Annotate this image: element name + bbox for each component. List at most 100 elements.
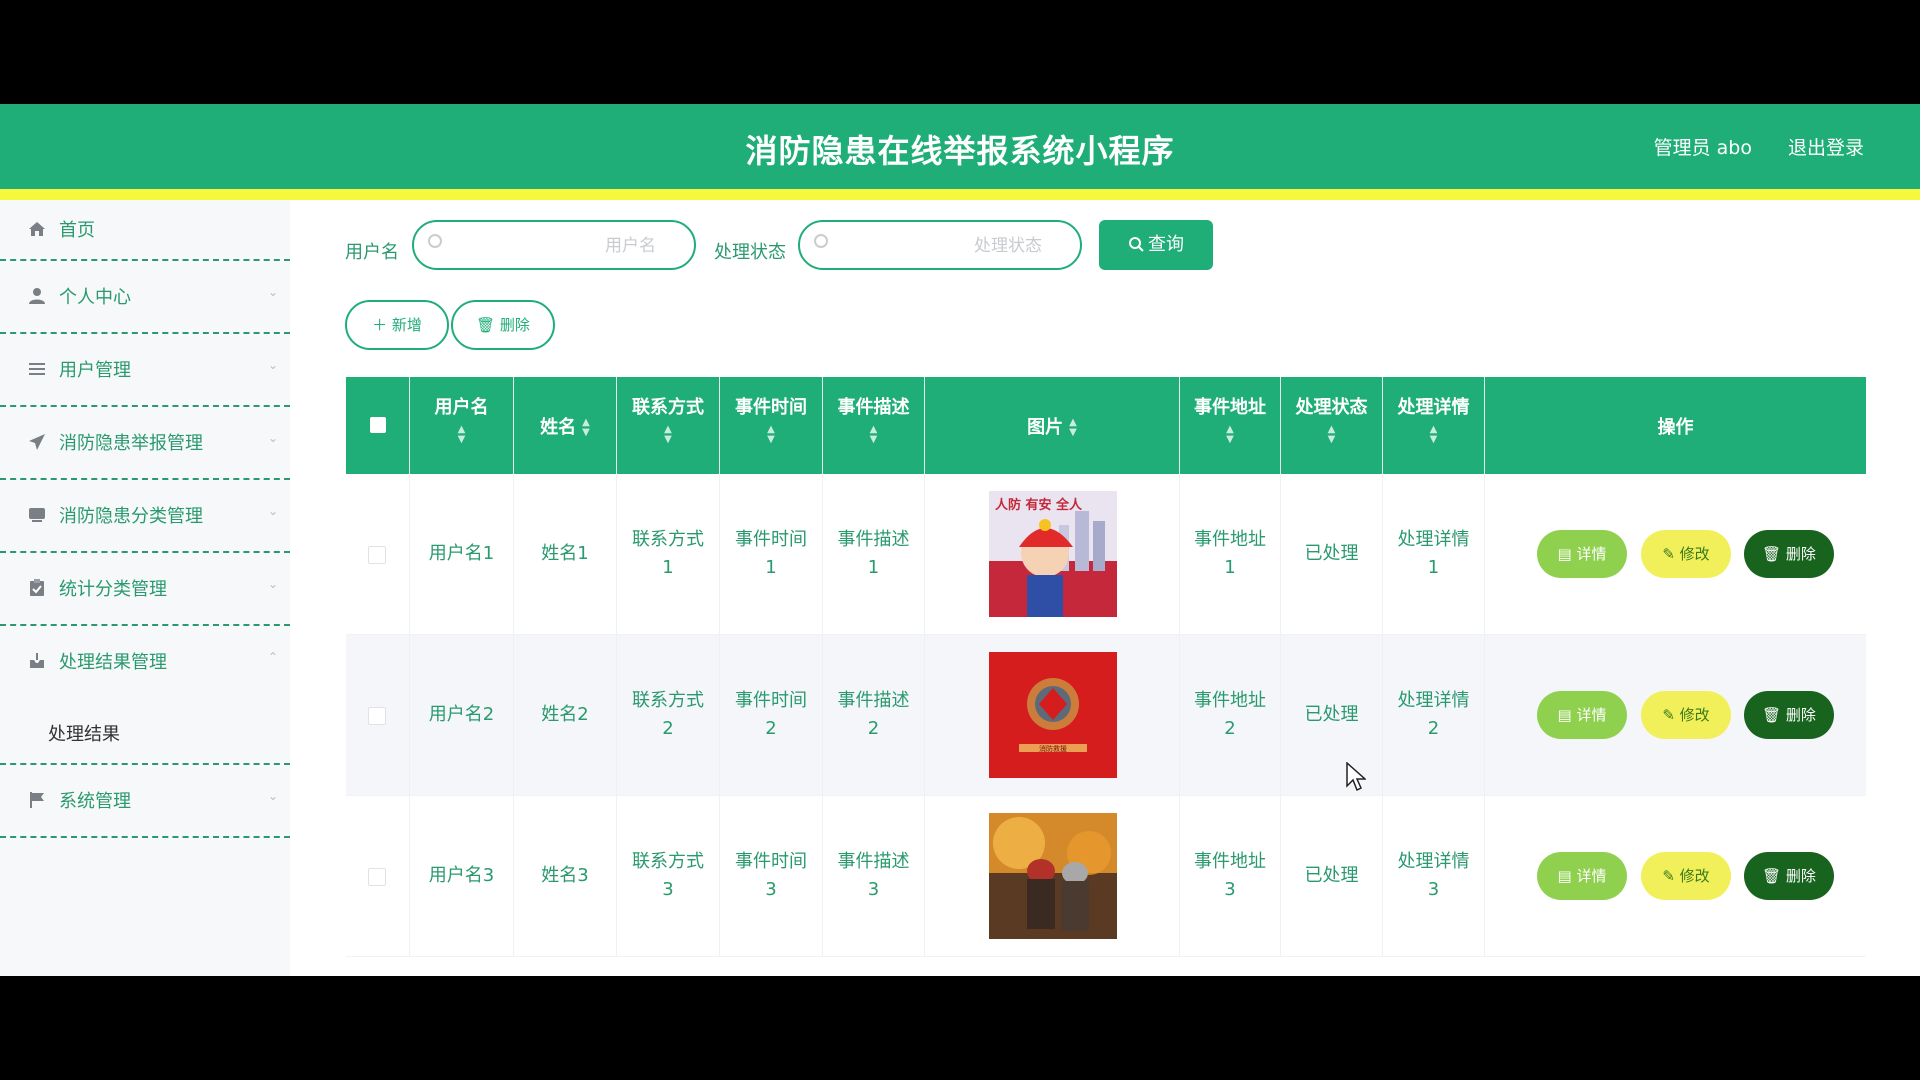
username-search-box[interactable] xyxy=(412,220,696,270)
chevron-up-icon: ⌃ xyxy=(267,650,278,664)
sidebar-item-system-management[interactable]: 系统管理 ⌄ xyxy=(0,765,290,838)
chevron-down-icon: ⌄ xyxy=(267,358,278,372)
edit-button-label: 修改 xyxy=(1679,706,1710,724)
sort-icon[interactable]: ▲ ▼ xyxy=(582,418,590,438)
flag-icon xyxy=(28,791,46,809)
sidebar-item-user-management[interactable]: 用户管理 ⌄ xyxy=(0,334,290,407)
card-icon xyxy=(28,506,46,524)
col-address[interactable]: 事件地址 ▲ ▼ xyxy=(1180,377,1281,474)
col-header-label: 事件描述 xyxy=(837,397,910,418)
sidebar-item-label: 统计分类管理 xyxy=(59,579,167,600)
cell-time-num: 3 xyxy=(765,879,777,900)
row-checkbox[interactable] xyxy=(368,707,386,725)
sidebar-item-stat-category[interactable]: 统计分类管理 ⌄ xyxy=(0,553,290,626)
sort-icon[interactable]: ▲ ▼ xyxy=(720,425,822,445)
delete-button[interactable]: 🗑 删除 xyxy=(1744,530,1834,578)
col-event-time[interactable]: 事件时间 ▲ ▼ xyxy=(720,377,823,474)
sort-icon[interactable]: ▲ ▼ xyxy=(1281,425,1382,445)
sort-icon[interactable]: ▲ ▼ xyxy=(1383,425,1484,445)
cell-status: 已处理 xyxy=(1304,543,1359,564)
col-header-label: 处理状态 xyxy=(1295,397,1368,418)
detail-button[interactable]: ▤ 详情 xyxy=(1537,691,1627,739)
cell-username: 用户名1 xyxy=(428,543,495,564)
sidebar-item-result-management[interactable]: 处理结果管理 ⌃ 处理结果 xyxy=(0,626,290,765)
cell-image: 消防救援 xyxy=(925,635,1180,795)
delete-button-label: 删除 xyxy=(1785,706,1816,724)
col-event-desc[interactable]: 事件描述 ▲ ▼ xyxy=(823,377,925,474)
col-image[interactable]: 图片 ▲ ▼ xyxy=(925,377,1180,474)
edit-button[interactable]: ✎ 修改 xyxy=(1641,852,1731,900)
cell-address-num: 3 xyxy=(1224,879,1236,900)
sidebar-item-hazard-report[interactable]: 消防隐患举报管理 ⌄ xyxy=(0,407,290,480)
logout-link[interactable]: 退出登录 xyxy=(1788,133,1864,160)
batch-delete-label: 删除 xyxy=(499,316,530,334)
status-search-input[interactable] xyxy=(840,230,1044,262)
col-contact[interactable]: 联系方式 ▲ ▼ xyxy=(617,377,720,474)
detail-button-label: 详情 xyxy=(1576,867,1607,885)
select-all-checkbox[interactable] xyxy=(370,417,386,433)
detail-button[interactable]: ▤ 详情 xyxy=(1537,852,1627,900)
row-select-cell xyxy=(346,635,410,795)
col-status[interactable]: 处理状态 ▲ ▼ xyxy=(1281,377,1383,474)
user-icon xyxy=(28,287,46,305)
sidebar-item-label: 首页 xyxy=(59,220,95,241)
status-search-box[interactable] xyxy=(798,220,1082,270)
plus-icon: ＋ xyxy=(372,316,388,334)
cell-name: 姓名3 xyxy=(541,865,589,886)
query-button-label: 查询 xyxy=(1148,234,1184,255)
sidebar-item-hazard-category[interactable]: 消防隐患分类管理 ⌄ xyxy=(0,480,290,553)
cell-address-num: 2 xyxy=(1224,718,1236,739)
chevron-down-icon: ⌄ xyxy=(267,285,278,299)
fire-safety-poster-image[interactable]: 人防 有安 全人 xyxy=(989,491,1117,617)
sidebar-item-personal-center[interactable]: 个人中心 ⌄ xyxy=(0,261,290,334)
cell-desc-num: 1 xyxy=(867,557,880,578)
query-button[interactable]: 查询 xyxy=(1099,220,1213,270)
chevron-down-icon: ⌄ xyxy=(267,431,278,445)
fire-rescue-emblem-image[interactable]: 消防救援 xyxy=(989,652,1117,778)
firefighters-photo-image[interactable] xyxy=(989,813,1117,939)
cell-desc: 事件描述 xyxy=(837,690,910,711)
detail-button-label: 详情 xyxy=(1576,706,1607,724)
cell-actions: ▤ 详情 ✎ 修改 🗑 删除 xyxy=(1485,635,1866,795)
cell-username: 用户名3 xyxy=(428,865,495,886)
delete-button[interactable]: 🗑 删除 xyxy=(1744,852,1834,900)
col-header-label: 联系方式 xyxy=(632,397,704,418)
col-header-label: 事件地址 xyxy=(1194,397,1266,418)
batch-delete-button[interactable]: 🗑 删除 xyxy=(451,300,555,350)
select-all-cell xyxy=(346,377,410,474)
sidebar-item-home[interactable]: 首页 xyxy=(0,200,290,261)
cell-contact-num: 1 xyxy=(662,557,674,578)
col-detail[interactable]: 处理详情 ▲ ▼ xyxy=(1383,377,1485,474)
table-row: 用户名2 姓名2 联系方式 2 事件时间 2 事件描述 2 消防救援 事件地址 2 xyxy=(346,635,1866,796)
sort-icon[interactable]: ▲ ▼ xyxy=(1180,425,1280,445)
cell-time: 事件时间 xyxy=(735,851,807,872)
pencil-icon: ✎ xyxy=(1662,545,1675,563)
username-search-input[interactable] xyxy=(454,230,658,262)
doc-icon: ▤ xyxy=(1557,545,1572,563)
edit-button-label: 修改 xyxy=(1679,545,1710,563)
row-checkbox[interactable] xyxy=(368,546,386,564)
edit-button[interactable]: ✎ 修改 xyxy=(1641,530,1731,578)
col-header-label: 操作 xyxy=(1657,417,1694,438)
header-accent-bar xyxy=(0,189,1920,200)
poster-text: 人防 有安 全人 xyxy=(995,497,1083,513)
edit-button[interactable]: ✎ 修改 xyxy=(1641,691,1731,739)
cell-image xyxy=(925,796,1180,956)
cell-detail: 处理详情 xyxy=(1397,529,1470,550)
cell-contact: 联系方式 xyxy=(632,851,704,872)
sort-icon[interactable]: ▲ ▼ xyxy=(617,425,719,445)
add-button[interactable]: ＋ 新增 xyxy=(345,300,449,350)
col-name[interactable]: 姓名 ▲ ▼ xyxy=(514,377,617,474)
sort-icon[interactable]: ▲ ▼ xyxy=(823,425,924,445)
status-search-label: 处理状态 xyxy=(714,242,786,263)
col-username[interactable]: 用户名 ▲ ▼ xyxy=(410,377,514,474)
sidebar-subitem-result[interactable]: 处理结果 xyxy=(48,720,120,746)
table-header: 用户名 ▲ ▼ 姓名 ▲ ▼ 联系方式 ▲ ▼ 事件时间 ▲ ▼ 事件描述 ▲ ▼ xyxy=(346,377,1866,474)
detail-button[interactable]: ▤ 详情 xyxy=(1537,530,1627,578)
sort-icon[interactable]: ▲ ▼ xyxy=(410,425,513,445)
sort-icon[interactable]: ▲ ▼ xyxy=(1069,418,1077,438)
list-icon xyxy=(28,360,46,378)
delete-button[interactable]: 🗑 删除 xyxy=(1744,691,1834,739)
cell-desc: 事件描述 xyxy=(837,529,910,550)
row-checkbox[interactable] xyxy=(368,868,386,886)
